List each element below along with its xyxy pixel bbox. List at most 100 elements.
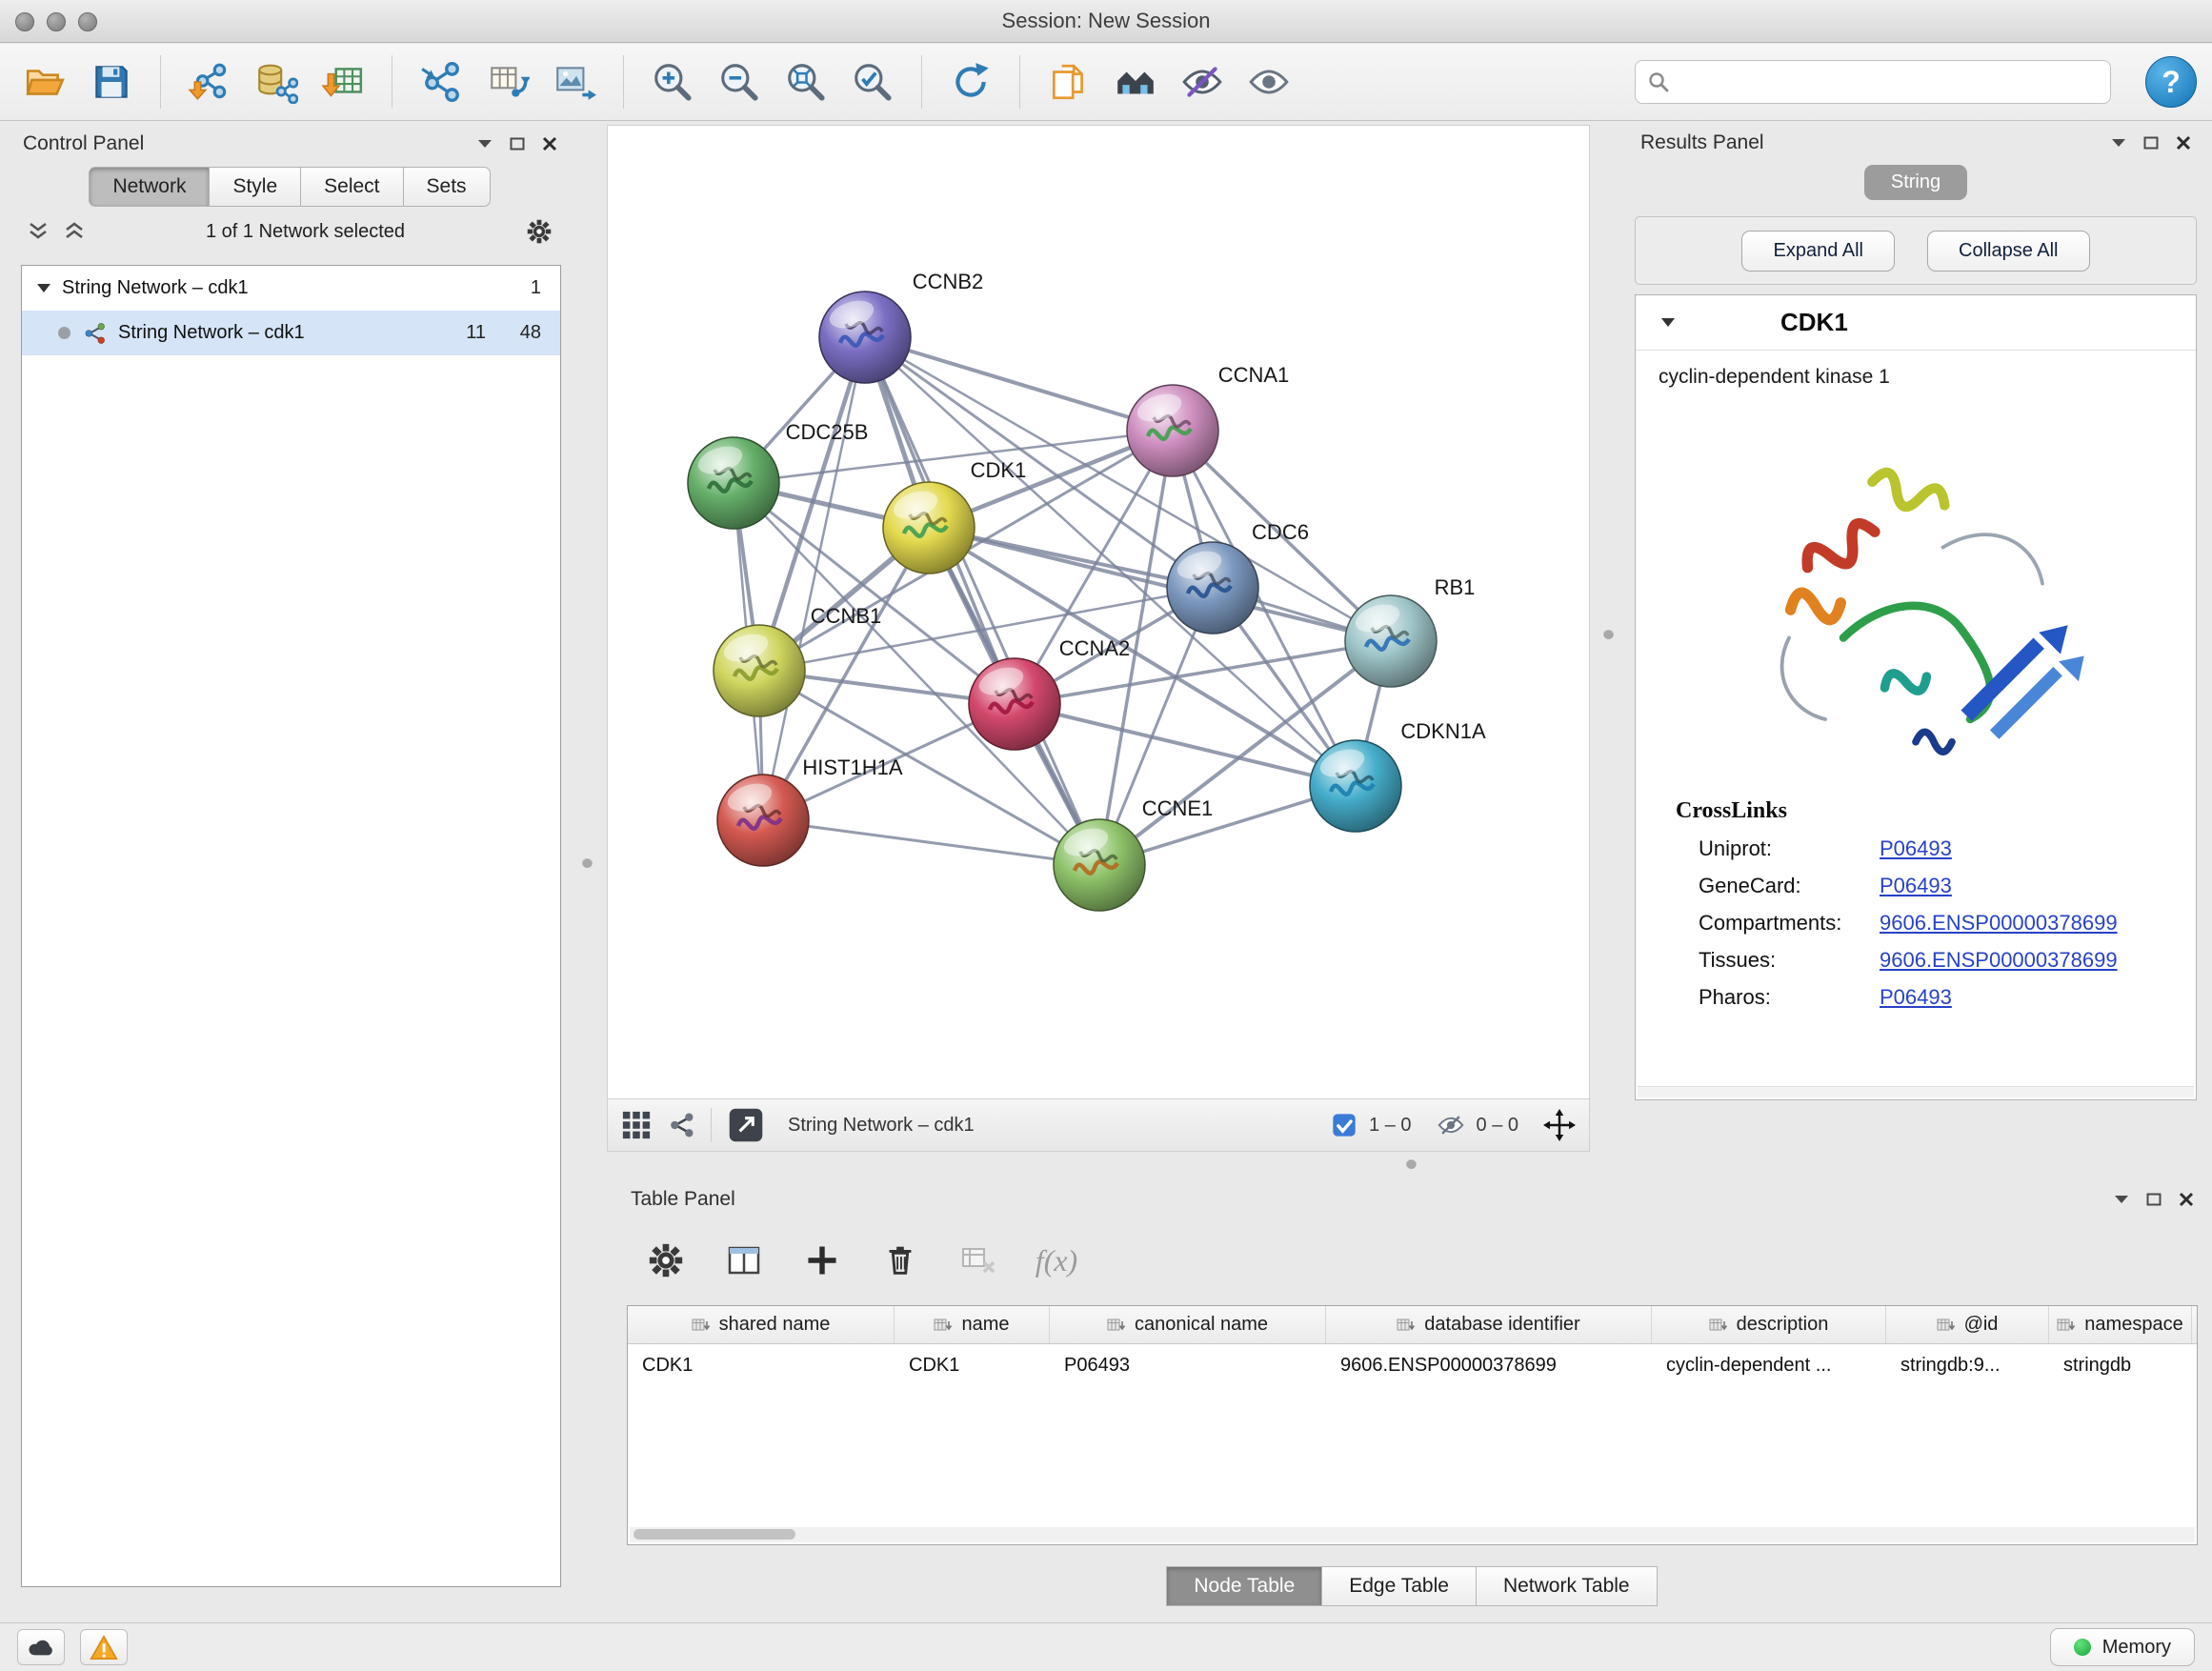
column-header-canonical-name[interactable]: canonical name	[1050, 1306, 1326, 1343]
tab-network-table[interactable]: Network Table	[1476, 1566, 1658, 1606]
edge-CDK1-RB1[interactable]	[929, 528, 1391, 641]
memory-button[interactable]: Memory	[2050, 1628, 2195, 1666]
new-network-selection-button[interactable]	[478, 52, 537, 111]
tab-edge-table[interactable]: Edge Table	[1321, 1566, 1477, 1606]
network-row[interactable]: String Network – cdk1 11 48	[22, 311, 560, 355]
birdseye-grid-button[interactable]	[621, 1110, 652, 1140]
fit-move-button[interactable]	[1543, 1109, 1576, 1141]
control-tab-sets[interactable]: Sets	[403, 167, 491, 207]
network-view: CCNB2CCNA1CDC25BCDK1CDC6RB1CCNB1CCNA2CDK…	[607, 125, 1590, 1152]
results-scrollbar[interactable]	[1638, 1086, 2194, 1097]
crosslink-uniprot-link[interactable]: P06493	[1880, 836, 1952, 861]
fx-icon: f(x)	[1036, 1243, 1077, 1278]
expand-all-tree-button[interactable]	[27, 221, 50, 242]
question-mark-icon: ?	[2162, 65, 2181, 100]
gene-entry-header[interactable]: CDK1	[1636, 295, 2196, 351]
zoom-out-button[interactable]	[710, 52, 769, 111]
tree-expander-icon[interactable]	[37, 284, 50, 293]
splitter-handle[interactable]	[582, 857, 593, 868]
zoom-selected-button[interactable]	[843, 52, 902, 111]
cloud-status-button[interactable]	[17, 1629, 65, 1665]
column-header-@id[interactable]: @id	[1886, 1306, 2049, 1343]
column-header-database-identifier[interactable]: database identifier	[1326, 1306, 1652, 1343]
network-collection-row[interactable]: String Network – cdk1 1	[22, 266, 560, 311]
edge-CCNB2-CCNA1[interactable]	[865, 337, 1173, 431]
panel-float-button[interactable]	[2143, 136, 2159, 150]
column-header-name[interactable]: name	[895, 1306, 1050, 1343]
network-canvas[interactable]: CCNB2CCNA1CDC25BCDK1CDC6RB1CCNB1CCNA2CDK…	[608, 126, 1589, 1098]
crosslink-tissues-link[interactable]: 9606.ENSP00000378699	[1880, 948, 2118, 973]
help-button[interactable]: ?	[2145, 56, 2197, 108]
crosslink-compartments-link[interactable]: 9606.ENSP00000378699	[1880, 911, 2118, 936]
panel-collapse-button[interactable]	[2114, 1195, 2129, 1204]
import-network-database-button[interactable]	[247, 52, 306, 111]
column-header-shared-name[interactable]: shared name	[628, 1306, 895, 1343]
control-tab-network[interactable]: Network	[89, 167, 210, 207]
home-networks-button[interactable]	[1106, 52, 1165, 111]
splitter-handle[interactable]	[1406, 1158, 1417, 1169]
table-row[interactable]: CDK1CDK1P064939606.ENSP00000378699cyclin…	[628, 1344, 2197, 1386]
export-image-button[interactable]	[545, 52, 604, 111]
node-CCNB1[interactable]: CCNB1	[714, 604, 881, 716]
control-tab-style[interactable]: Style	[209, 167, 301, 207]
delete-column-button[interactable]	[876, 1237, 924, 1284]
close-window-button[interactable]	[15, 12, 34, 31]
node-RB1[interactable]: RB1	[1345, 575, 1475, 687]
maximize-window-button[interactable]	[78, 12, 97, 31]
node-CDKN1A[interactable]: CDKN1A	[1310, 719, 1486, 832]
table-horizontal-scrollbar[interactable]	[630, 1527, 2195, 1542]
show-eye-button[interactable]	[1239, 52, 1298, 111]
panel-float-button[interactable]	[510, 137, 525, 151]
function-builder-button[interactable]: f(x)	[1033, 1237, 1080, 1284]
hide-eye-button[interactable]	[1173, 52, 1232, 111]
scrollbar-thumb[interactable]	[633, 1529, 795, 1540]
panel-close-button[interactable]	[2179, 1192, 2194, 1207]
toolbar-separator	[921, 55, 922, 109]
splitter-handle[interactable]	[1603, 629, 1614, 639]
network-share-button[interactable]	[667, 1111, 695, 1139]
panel-collapse-button[interactable]	[2111, 138, 2126, 148]
collapse-all-button[interactable]: Collapse All	[1927, 231, 2090, 272]
collapse-all-tree-button[interactable]	[63, 221, 86, 242]
tab-string[interactable]: String	[1864, 165, 1967, 200]
node-CDK1[interactable]: CDK1	[883, 458, 1026, 574]
refresh-view-button[interactable]	[941, 52, 1000, 111]
delete-table-button[interactable]	[955, 1237, 1002, 1284]
show-columns-button[interactable]	[720, 1237, 768, 1284]
node-CCNA1[interactable]: CCNA1	[1127, 363, 1289, 476]
save-session-button[interactable]	[82, 52, 141, 111]
copy-button[interactable]	[1039, 52, 1098, 111]
create-column-button[interactable]	[798, 1237, 846, 1284]
edge-CCNB2-CCNE1[interactable]	[865, 337, 1099, 865]
open-in-new-window-button[interactable]	[727, 1106, 765, 1144]
panel-close-button[interactable]	[2176, 135, 2191, 151]
entry-expander-icon[interactable]	[1660, 317, 1676, 328]
warnings-button[interactable]	[80, 1629, 128, 1665]
network-graph[interactable]: CCNB2CCNA1CDC25BCDK1CDC6RB1CCNB1CCNA2CDK…	[608, 126, 1589, 1098]
search-input[interactable]	[1678, 63, 2099, 101]
expand-all-button[interactable]: Expand All	[1741, 231, 1895, 272]
edge-HIST1H1A-CCNE1[interactable]	[763, 820, 1099, 865]
open-session-button[interactable]	[15, 52, 74, 111]
zoom-in-button[interactable]	[643, 52, 702, 111]
node-HIST1H1A[interactable]: HIST1H1A	[717, 755, 903, 866]
control-tab-select[interactable]: Select	[300, 167, 403, 207]
column-header-description[interactable]: description	[1652, 1306, 1886, 1343]
minimize-window-button[interactable]	[47, 12, 66, 31]
column-header-namespace[interactable]: namespace	[2049, 1306, 2192, 1343]
panel-close-button[interactable]	[542, 136, 557, 151]
node-label-RB1: RB1	[1435, 575, 1476, 599]
first-neighbors-button[interactable]	[412, 52, 471, 111]
edge-CCNB2-HIST1H1A[interactable]	[763, 337, 865, 820]
crosslink-pharos-link[interactable]: P06493	[1880, 985, 1952, 1010]
panel-float-button[interactable]	[2146, 1193, 2162, 1206]
import-network-file-button[interactable]	[180, 52, 239, 111]
zoom-fit-button[interactable]	[776, 52, 835, 111]
table-settings-button[interactable]	[642, 1237, 690, 1284]
network-options-button[interactable]	[525, 217, 553, 246]
tab-node-table[interactable]: Node Table	[1166, 1566, 1322, 1606]
panel-collapse-button[interactable]	[477, 139, 493, 149]
import-table-file-button[interactable]	[313, 52, 372, 111]
node-CDC25B[interactable]: CDC25B	[688, 420, 868, 529]
crosslink-genecard-link[interactable]: P06493	[1880, 874, 1952, 898]
